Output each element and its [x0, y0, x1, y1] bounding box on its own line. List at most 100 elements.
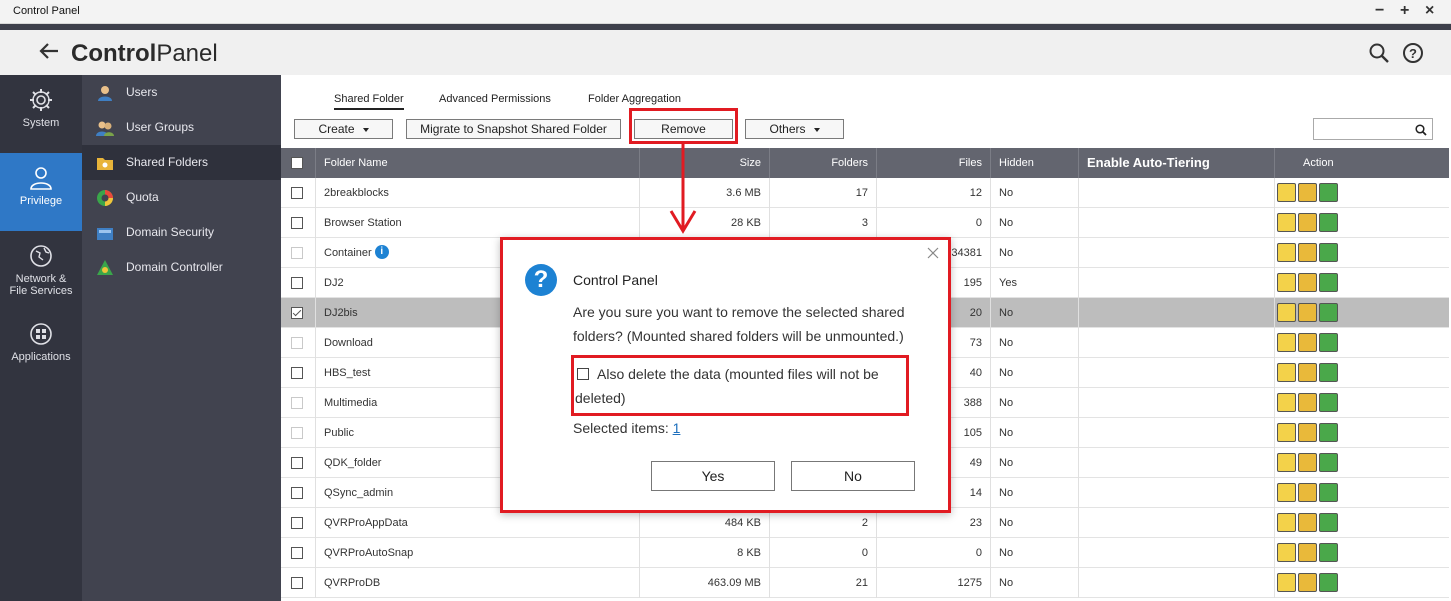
edit-icon[interactable] — [1277, 333, 1296, 352]
row-checkbox[interactable] — [291, 427, 303, 439]
rail-item-network[interactable]: Network & File Services — [0, 243, 82, 305]
tab-folder-aggregation[interactable]: Folder Aggregation — [588, 93, 681, 105]
edit-icon[interactable] — [1277, 183, 1296, 202]
refresh-icon[interactable] — [1319, 573, 1338, 592]
yes-button[interactable]: Yes — [651, 461, 775, 491]
refresh-icon[interactable] — [1319, 423, 1338, 442]
rail-item-privilege[interactable]: Privilege — [0, 153, 82, 231]
refresh-icon[interactable] — [1319, 183, 1338, 202]
refresh-icon[interactable] — [1319, 273, 1338, 292]
submenu-item-domain-controller[interactable]: Domain Controller — [82, 250, 281, 285]
row-checkbox[interactable] — [291, 547, 303, 559]
refresh-icon[interactable] — [1319, 453, 1338, 472]
edit-icon[interactable] — [1277, 513, 1296, 532]
col-enable-auto-tiering[interactable]: Enable Auto-Tiering — [1079, 148, 1275, 178]
refresh-icon[interactable] — [1319, 393, 1338, 412]
minimize-button[interactable]: − — [1375, 2, 1384, 20]
row-checkbox[interactable] — [291, 247, 303, 259]
info-icon[interactable]: i — [374, 245, 389, 259]
row-checkbox[interactable] — [291, 517, 303, 529]
edit-icon[interactable] — [1277, 573, 1296, 592]
row-checkbox[interactable] — [291, 487, 303, 499]
row-checkbox[interactable] — [291, 187, 303, 199]
edit-permissions-icon[interactable] — [1298, 243, 1317, 262]
edit-permissions-icon[interactable] — [1298, 453, 1317, 472]
edit-permissions-icon[interactable] — [1298, 273, 1317, 292]
col-hidden[interactable]: Hidden — [991, 148, 1079, 178]
edit-permissions-icon[interactable] — [1298, 183, 1317, 202]
refresh-icon[interactable] — [1319, 543, 1338, 562]
close-button[interactable]: × — [1425, 2, 1434, 20]
submenu-item-user-groups[interactable]: User Groups — [82, 110, 281, 145]
rail-item-system[interactable]: System — [0, 87, 82, 147]
edit-permissions-icon[interactable] — [1298, 303, 1317, 322]
row-checkbox[interactable] — [291, 307, 303, 319]
col-folders[interactable]: Folders — [770, 148, 877, 178]
col-folder-name[interactable]: Folder Name — [316, 148, 640, 178]
edit-permissions-icon[interactable] — [1298, 213, 1317, 232]
table-row[interactable]: QVRProAutoSnap 8 KB 0 0 No — [281, 538, 1449, 568]
table-row[interactable]: Browser Station 28 KB 3 0 No — [281, 208, 1449, 238]
row-checkbox[interactable] — [291, 367, 303, 379]
apps-grid-icon — [30, 323, 52, 345]
close-icon[interactable] — [926, 246, 940, 260]
tab-shared-folder[interactable]: Shared Folder — [334, 93, 404, 110]
row-checkbox[interactable] — [291, 337, 303, 349]
auto-tiering-cell — [1079, 448, 1275, 478]
edit-permissions-icon[interactable] — [1298, 573, 1317, 592]
migrate-button[interactable]: Migrate to Snapshot Shared Folder — [406, 119, 621, 139]
back-arrow-icon[interactable] — [38, 40, 60, 62]
row-checkbox[interactable] — [291, 577, 303, 589]
refresh-icon[interactable] — [1319, 483, 1338, 502]
edit-permissions-icon[interactable] — [1298, 393, 1317, 412]
refresh-icon[interactable] — [1319, 303, 1338, 322]
row-checkbox[interactable] — [291, 277, 303, 289]
submenu-item-shared-folders[interactable]: Shared Folders — [82, 145, 281, 180]
edit-icon[interactable] — [1277, 393, 1296, 412]
row-checkbox[interactable] — [291, 457, 303, 469]
create-button[interactable]: Create — [294, 119, 393, 139]
edit-permissions-icon[interactable] — [1298, 423, 1317, 442]
selected-items-count-link[interactable]: 1 — [673, 420, 681, 436]
col-size[interactable]: Size — [640, 148, 770, 178]
edit-icon[interactable] — [1277, 483, 1296, 502]
edit-icon[interactable] — [1277, 543, 1296, 562]
search-input[interactable] — [1313, 118, 1433, 140]
tab-advanced-permissions[interactable]: Advanced Permissions — [439, 93, 551, 105]
submenu-item-quota[interactable]: Quota — [82, 180, 281, 215]
edit-permissions-icon[interactable] — [1298, 483, 1317, 502]
submenu-item-domain-security[interactable]: Domain Security — [82, 215, 281, 250]
edit-permissions-icon[interactable] — [1298, 363, 1317, 382]
edit-icon[interactable] — [1277, 213, 1296, 232]
edit-permissions-icon[interactable] — [1298, 333, 1317, 352]
rail-item-applications[interactable]: Applications — [0, 321, 82, 371]
edit-permissions-icon[interactable] — [1298, 543, 1317, 562]
edit-icon[interactable] — [1277, 453, 1296, 472]
search-icon[interactable] — [1368, 42, 1390, 64]
rail-label-system: System — [22, 117, 60, 129]
refresh-icon[interactable] — [1319, 513, 1338, 532]
edit-icon[interactable] — [1277, 363, 1296, 382]
edit-icon[interactable] — [1277, 243, 1296, 262]
others-button[interactable]: Others — [745, 119, 844, 139]
row-checkbox[interactable] — [291, 397, 303, 409]
select-all-checkbox[interactable] — [291, 157, 303, 169]
row-checkbox[interactable] — [291, 217, 303, 229]
refresh-icon[interactable] — [1319, 243, 1338, 262]
refresh-icon[interactable] — [1319, 363, 1338, 382]
no-button[interactable]: No — [791, 461, 915, 491]
refresh-icon[interactable] — [1319, 213, 1338, 232]
maximize-button[interactable]: + — [1400, 2, 1409, 20]
col-files[interactable]: Files — [877, 148, 991, 178]
table-row[interactable]: 2breakblocks 3.6 MB 17 12 No — [281, 178, 1449, 208]
edit-permissions-icon[interactable] — [1298, 513, 1317, 532]
edit-icon[interactable] — [1277, 273, 1296, 292]
refresh-icon[interactable] — [1319, 333, 1338, 352]
edit-icon[interactable] — [1277, 423, 1296, 442]
delete-data-label[interactable]: Also delete the data (mounted files will… — [575, 362, 905, 410]
submenu-item-users[interactable]: Users — [82, 75, 281, 110]
table-row[interactable]: QVRProDB 463.09 MB 21 1275 No — [281, 568, 1449, 598]
edit-icon[interactable] — [1277, 303, 1296, 322]
help-icon[interactable]: ? — [1402, 42, 1424, 64]
search-icon[interactable] — [1415, 124, 1427, 136]
